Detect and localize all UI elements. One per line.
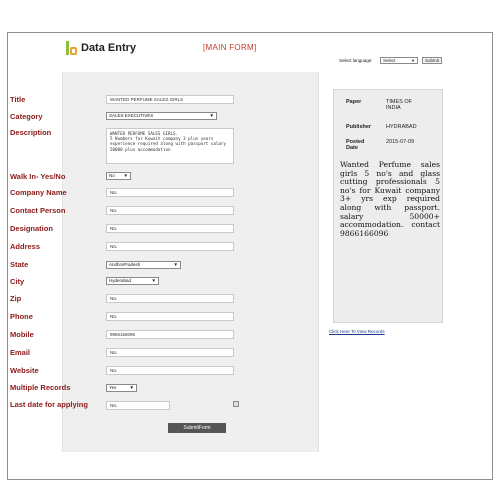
chevron-down-icon: ▼ — [129, 385, 134, 390]
page-title: Data Entry — [81, 42, 137, 54]
designation-input[interactable]: NIL — [106, 224, 234, 233]
address-label: Address — [10, 242, 41, 251]
chevron-down-icon: ▼ — [411, 58, 415, 63]
category-label: Category — [10, 112, 43, 121]
title-input[interactable]: WANTED PERFUME SALES GIRLS — [106, 95, 234, 104]
paper-label: Paper — [346, 99, 362, 105]
state-label: State — [10, 260, 29, 269]
submit-form-button[interactable]: SubmitForm — [168, 423, 226, 433]
publisher-value: HYDRABAD — [386, 124, 417, 130]
posted-date-label: Posted Date — [346, 139, 365, 151]
city-select-value: Hyderabad — [109, 278, 132, 283]
state-select[interactable]: AndhraPradesh ▼ — [106, 261, 181, 269]
company-name-label: Company Name — [10, 188, 67, 197]
phone-input[interactable]: NIL — [106, 312, 234, 321]
mobile-input[interactable]: 9866166096 — [106, 330, 234, 339]
email-label: Email — [10, 348, 31, 357]
multiple-records-label: Multiple Records — [10, 383, 71, 392]
paper-value: TIMES OF INDIA — [386, 99, 412, 111]
phone-label: Phone — [10, 312, 33, 321]
category-select[interactable]: SALES EXECUTIVES ▼ — [106, 112, 217, 120]
city-label: City — [10, 277, 25, 286]
language-label: Select language: — [339, 58, 373, 63]
walk-in-select-value: No — [109, 173, 115, 178]
email-input[interactable]: NIL — [106, 348, 234, 357]
state-select-value: AndhraPradesh — [109, 262, 141, 267]
walk-in-select[interactable]: No ▼ — [106, 172, 131, 180]
contact-person-label: Contact Person — [10, 206, 66, 215]
website-label: Website — [10, 366, 39, 375]
view-records-link[interactable]: Click Here To View Records — [329, 329, 385, 334]
logo-icon — [66, 41, 78, 55]
multiple-records-select[interactable]: Yes ▼ — [106, 384, 137, 392]
title-label: Title — [10, 95, 26, 104]
publisher-label: Publisher — [346, 124, 372, 130]
chevron-down-icon: ▼ — [123, 173, 128, 178]
last-date-input[interactable]: NIL — [106, 401, 170, 410]
city-select[interactable]: Hyderabad ▼ — [106, 277, 159, 285]
zip-input[interactable]: NIL — [106, 294, 234, 303]
chevron-down-icon: ▼ — [151, 278, 156, 283]
chevron-down-icon: ▼ — [173, 262, 178, 267]
contact-person-input[interactable]: NIL — [106, 206, 234, 215]
ad-text: Wanted Perfume sales girls 5 no's and gl… — [340, 160, 440, 238]
website-input[interactable]: NIL — [106, 366, 234, 375]
walk-in-label: Walk In- Yes/No — [10, 172, 66, 181]
multiple-records-select-value: Yes — [109, 385, 117, 390]
zip-label: Zip — [10, 294, 22, 303]
calendar-icon[interactable] — [233, 401, 239, 407]
chevron-down-icon: ▼ — [209, 113, 214, 118]
description-textarea[interactable]: WANTED PERFUME SALES GIRLS. 5 Numbers fo… — [106, 128, 234, 164]
description-label: Description — [10, 128, 52, 137]
designation-label: Designation — [10, 224, 53, 233]
mobile-label: Mobile — [10, 330, 34, 339]
language-submit-button[interactable]: Submit — [422, 57, 442, 64]
address-input[interactable]: NIL — [106, 242, 234, 251]
main-form-label: [MAIN FORM] — [203, 43, 257, 52]
category-select-value: SALES EXECUTIVES — [109, 113, 154, 118]
company-name-input[interactable]: NIL — [106, 188, 234, 197]
posted-date-value: 2015-07-09 — [386, 139, 415, 145]
language-select[interactable]: Select ▼ — [380, 57, 418, 64]
last-date-label: Last date for applying — [10, 400, 88, 409]
language-select-value: Select — [383, 58, 396, 63]
